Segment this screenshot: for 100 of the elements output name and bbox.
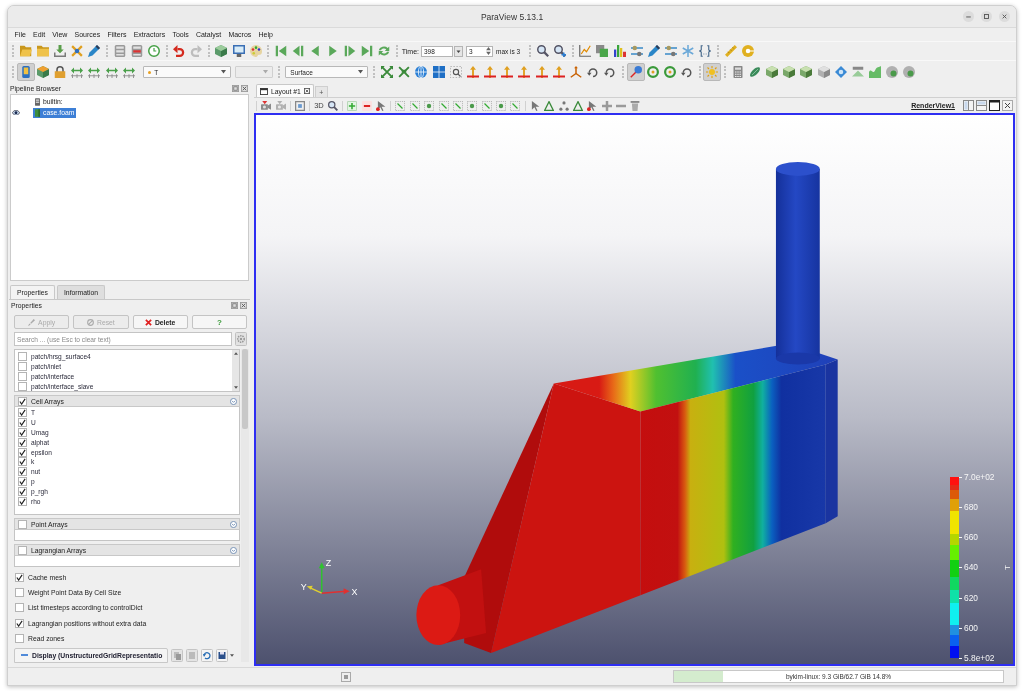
scrollbar[interactable] [232,350,239,391]
dotted-box-icon[interactable] [510,100,521,111]
plus-icon[interactable] [601,100,612,111]
play-icon[interactable] [326,45,339,57]
sliders-icon[interactable] [630,45,643,57]
trash-icon[interactable] [630,100,641,111]
checkbox[interactable] [18,361,27,371]
axis-arrows-icon[interactable] [535,66,548,78]
dotted-box-icon[interactable] [424,100,435,111]
cube-icon[interactable] [783,66,796,78]
checkbox[interactable] [18,486,27,496]
checkbox[interactable] [18,467,27,477]
ruler-icon[interactable] [724,45,737,57]
checkbox[interactable] [18,408,27,418]
help-button[interactable]: ? [191,315,247,329]
checkbox[interactable] [18,476,27,486]
snowflake-icon[interactable] [682,45,695,57]
step-forward-icon[interactable] [343,45,356,57]
checkbox[interactable] [18,396,27,406]
dotted-box-icon[interactable] [395,100,406,111]
cross-arrows-icon[interactable] [71,45,84,57]
line-chart-icon[interactable] [579,45,592,57]
magnifier-icon[interactable] [536,45,549,57]
spin-arrows-icon[interactable] [486,47,491,55]
pin-icon[interactable] [626,63,645,81]
loop-icon[interactable] [378,45,391,57]
grid-icon[interactable] [432,66,445,78]
plus-icon[interactable] [347,100,358,111]
dotted-box-icon[interactable] [438,100,449,111]
palette-icon[interactable] [249,45,262,57]
dots-icon[interactable] [558,100,569,111]
dotted-box-icon[interactable] [467,100,478,111]
windows-icon[interactable] [596,45,609,57]
calculator-icon[interactable] [731,66,744,78]
bar-chart-icon[interactable] [613,45,626,57]
pointer-icon[interactable] [376,100,387,111]
dotted-box-icon[interactable] [496,100,507,111]
axis-arrows-icon[interactable] [466,66,479,78]
folder-icon[interactable] [36,45,49,57]
checkbox[interactable] [18,418,27,428]
checkbox[interactable] [15,633,24,643]
pointer-icon[interactable] [529,100,540,111]
capsule-icon[interactable] [748,66,761,78]
ring-icon[interactable] [646,66,659,78]
cube-icon[interactable] [215,45,228,57]
axis-arrows-icon[interactable] [552,66,565,78]
triangle-icon[interactable] [544,100,555,111]
double-arrow-icon[interactable] [88,66,101,78]
magnifier-icon[interactable] [327,100,338,111]
caret-icon[interactable] [454,45,463,57]
double-arrow-icon[interactable] [71,66,84,78]
copy-icon[interactable] [171,648,183,662]
close-icon[interactable] [241,85,248,92]
cube-icon[interactable] [765,66,778,78]
slice-icon[interactable] [851,66,864,78]
undo-icon[interactable] [173,45,186,57]
double-arrow-icon[interactable] [122,66,135,78]
rotate-icon[interactable] [681,66,694,78]
scrollbar[interactable] [241,349,249,662]
server-icon[interactable] [130,45,143,57]
lock-icon[interactable] [54,66,66,78]
chevron-circle-icon[interactable] [230,520,237,528]
triangle-icon[interactable] [572,100,583,111]
dotted-box-icon[interactable] [452,100,463,111]
rotate-icon[interactable] [587,66,600,78]
checkbox[interactable] [18,457,27,467]
close-icon[interactable] [240,302,247,309]
globe-icon[interactable] [415,66,428,78]
maximize-icon[interactable] [989,100,1000,111]
checkbox[interactable] [18,496,27,506]
checkbox[interactable] [18,382,27,392]
checkbox[interactable] [15,573,24,583]
pointer-icon[interactable] [587,100,598,111]
square-icon[interactable] [341,671,351,682]
braces-icon[interactable] [699,45,712,57]
checkbox[interactable] [15,603,24,613]
scroll-up-icon[interactable] [233,352,238,355]
tablet-icon[interactable] [16,63,35,81]
zoom-in-icon[interactable] [554,45,566,57]
gear-icon[interactable] [235,332,247,346]
axis-arrows-icon[interactable] [501,66,514,78]
clock-icon[interactable] [147,45,160,57]
rotate-icon[interactable] [604,66,617,78]
checkbox[interactable] [18,447,27,457]
axis-arrows-icon[interactable] [518,66,531,78]
axes-icon[interactable] [570,66,582,78]
video-camera-icon[interactable] [275,100,286,111]
eye-icon[interactable] [12,109,20,116]
close-icon[interactable] [999,11,1010,22]
save-icon[interactable] [216,648,228,662]
checkbox[interactable] [15,588,24,598]
frame-icon[interactable] [294,100,305,111]
sphere-icon[interactable] [886,66,899,78]
chevron-circle-icon[interactable] [230,546,237,554]
close-icon[interactable] [303,88,310,94]
minimize-icon[interactable] [963,11,974,22]
double-arrow-icon[interactable] [105,66,118,78]
shrink-icon[interactable] [398,66,411,78]
dial-icon[interactable] [741,45,754,57]
checkbox[interactable] [15,618,24,628]
